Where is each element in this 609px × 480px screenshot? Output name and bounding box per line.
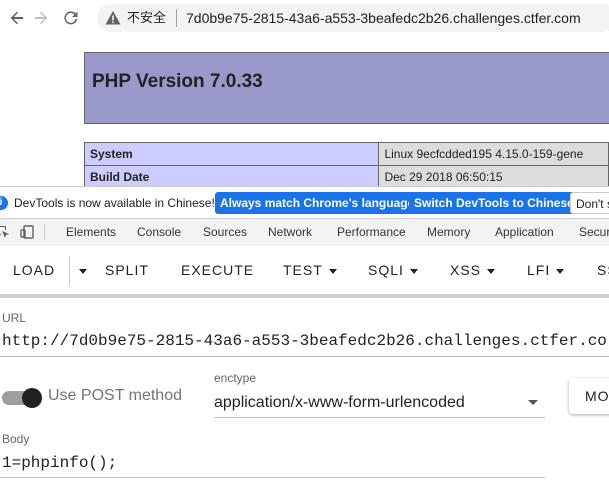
chevron-down-icon — [487, 268, 496, 274]
enctype-label: enctype — [214, 371, 257, 385]
table-row: System Linux 9ecfcdded195 4.15.0-159-gen… — [83, 142, 609, 166]
toolbar-divider — [69, 256, 70, 286]
tab-network[interactable]: Network — [268, 225, 312, 239]
xss-label: XSS — [450, 262, 482, 278]
devtools-infobar: i DevTools is now available in Chinese! … — [0, 186, 609, 219]
row-key: System — [83, 142, 380, 166]
test-label: TEST — [283, 262, 323, 278]
tab-security[interactable]: Secur — [579, 225, 609, 239]
chevron-down-icon — [328, 268, 337, 274]
enctype-select[interactable]: application/x-www-form-urlencoded — [214, 394, 465, 412]
omnibox[interactable]: 不安全 7d0b9e75-2815-43a6-a553-3beafedc2b26… — [97, 4, 609, 32]
inspect-element-icon[interactable] — [0, 225, 10, 239]
omnibox-divider — [176, 9, 177, 27]
split-button[interactable]: SPLIT — [105, 262, 149, 278]
sqli-menu-button[interactable]: SQLI — [368, 262, 418, 278]
infobar-message: DevTools is now available in Chinese! — [14, 196, 215, 210]
row-value: Dec 29 2018 06:50:15 — [378, 165, 609, 186]
body-label: Body — [2, 432, 30, 446]
switch-to-chinese-button[interactable]: Switch DevTools to Chinese — [409, 192, 579, 214]
chevron-down-icon — [79, 268, 87, 274]
enctype-underline — [214, 417, 545, 418]
back-button[interactable] — [6, 7, 28, 29]
warning-icon[interactable] — [105, 10, 121, 26]
row-key: Build Date — [83, 165, 380, 186]
phpinfo-table: System Linux 9ecfcdded195 4.15.0-159-gen… — [83, 142, 609, 186]
php-version-title: PHP Version 7.0.33 — [92, 71, 263, 92]
toggle-knob — [22, 388, 42, 408]
tab-elements[interactable]: Elements — [66, 225, 116, 239]
row-value: Linux 9ecfcdded195 4.15.0-159-gene — [378, 142, 609, 166]
modify-header-label: MO — [585, 388, 609, 404]
dropdown-arrow-icon[interactable] — [528, 400, 538, 405]
tab-performance[interactable]: Performance — [337, 225, 406, 239]
xss-menu-button[interactable]: XSS — [450, 262, 496, 278]
device-toolbar-icon[interactable] — [20, 225, 34, 239]
forward-button[interactable] — [30, 7, 52, 29]
post-method-label[interactable]: Use POST method — [48, 387, 182, 405]
execute-button[interactable]: EXECUTE — [181, 262, 254, 278]
address-text[interactable]: 7d0b9e75-2815-43a6-a553-3beafedc2b26.cha… — [186, 9, 581, 27]
hackbar-toolbar: LOAD SPLIT EXECUTE TEST SQLI XSS LFI SS — [0, 246, 609, 298]
arrow-right-icon — [35, 11, 48, 25]
lfi-label: LFI — [527, 262, 551, 278]
sqli-label: SQLI — [368, 262, 404, 278]
page-viewport: PHP Version 7.0.33 System Linux 9ecfcdde… — [0, 36, 609, 186]
tab-memory[interactable]: Memory — [427, 225, 470, 239]
reload-icon — [64, 11, 78, 25]
load-button[interactable]: LOAD — [13, 262, 55, 278]
dont-show-again-button[interactable]: Don't s — [570, 192, 609, 214]
devtools-tabbar: Elements Console Sources Network Perform… — [0, 218, 609, 247]
load-menu-button[interactable] — [73, 262, 87, 278]
security-status[interactable]: 不安全 — [127, 10, 166, 26]
chevron-down-icon — [556, 268, 565, 274]
ssti-menu-button[interactable]: SS — [597, 262, 609, 278]
url-underline — [0, 356, 609, 357]
chevron-down-icon — [409, 268, 418, 274]
tab-application[interactable]: Application — [495, 225, 554, 239]
reload-button[interactable] — [60, 7, 82, 29]
table-row: Build Date Dec 29 2018 06:50:15 — [83, 165, 609, 186]
hackbar-form: URL http://7d0b9e75-2815-43a6-a553-3beaf… — [0, 298, 609, 480]
post-method-toggle[interactable] — [2, 388, 42, 408]
info-icon: i — [0, 196, 8, 210]
browser-toolbar: 不安全 7d0b9e75-2815-43a6-a553-3beafedc2b26… — [0, 0, 609, 36]
tab-sources[interactable]: Sources — [203, 225, 247, 239]
body-underline — [0, 477, 545, 478]
tab-console[interactable]: Console — [137, 225, 181, 239]
tabbar-divider — [44, 224, 45, 240]
php-version-header: PHP Version 7.0.33 — [84, 52, 609, 124]
url-input[interactable]: http://7d0b9e75-2815-43a6-a553-3beafedc2… — [2, 332, 609, 350]
test-menu-button[interactable]: TEST — [283, 262, 337, 278]
url-label: URL — [2, 311, 27, 325]
modify-header-button[interactable]: MO — [569, 378, 609, 414]
always-match-language-button[interactable]: Always match Chrome's language — [215, 192, 420, 214]
arrow-left-icon — [10, 11, 23, 25]
lfi-menu-button[interactable]: LFI — [527, 262, 565, 278]
body-input[interactable]: 1=phpinfo(); — [2, 454, 117, 472]
